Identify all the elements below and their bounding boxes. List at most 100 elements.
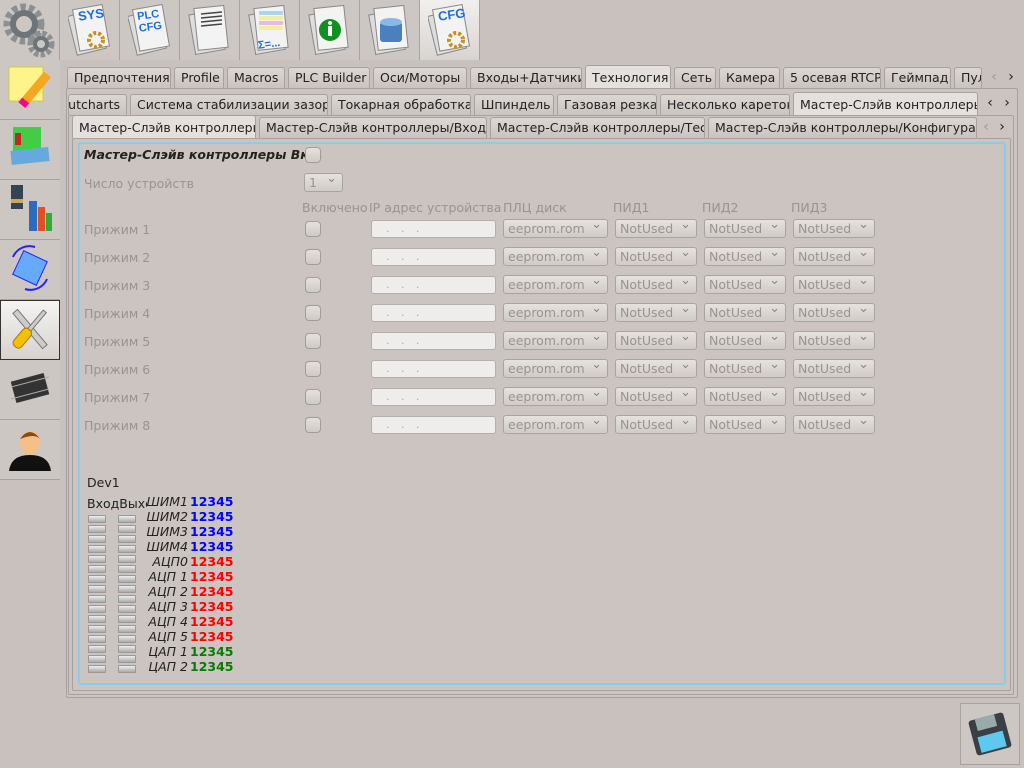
plc-disk-select[interactable]: eeprom.rom xyxy=(503,415,608,434)
pid1-select[interactable]: NotUsed xyxy=(615,415,697,434)
sidebar-notes-pencil-button[interactable] xyxy=(0,60,60,120)
inner-tabs-scroll-left[interactable]: ‹ xyxy=(978,119,994,135)
main-tab[interactable]: Сеть xyxy=(674,67,716,88)
pid2-select[interactable]: NotUsed xyxy=(704,331,786,350)
input-indicator-led xyxy=(88,605,106,613)
main-tab[interactable]: 5 осевая RTCP xyxy=(783,67,881,88)
plc-disk-select[interactable]: eeprom.rom xyxy=(503,387,608,406)
row-enabled-checkbox[interactable] xyxy=(305,221,321,237)
main-tab[interactable]: Геймпад xyxy=(884,67,951,88)
main-tab[interactable]: Пул xyxy=(954,67,982,88)
master-slave-tab[interactable]: Мастер-Слэйв контроллеры/Входы xyxy=(259,117,487,138)
row-enabled-checkbox[interactable] xyxy=(305,361,321,377)
plc-disk-select[interactable]: eeprom.rom xyxy=(503,359,608,378)
technology-tab[interactable]: Мастер-Слэйв контроллеры xyxy=(793,92,978,115)
plc-disk-select[interactable]: eeprom.rom xyxy=(503,247,608,266)
ip-address-input[interactable]: . . . xyxy=(371,332,496,350)
main-tab[interactable]: Оси/Моторы xyxy=(373,67,467,88)
toolbar-sys-config-button[interactable]: SYS xyxy=(60,0,120,60)
pid2-select[interactable]: NotUsed xyxy=(704,359,786,378)
ip-address-input[interactable]: . . . xyxy=(371,360,496,378)
plc-disk-select[interactable]: eeprom.rom xyxy=(503,275,608,294)
tabs-scroll-left[interactable]: ‹ xyxy=(986,69,1002,85)
toolbar-info-button[interactable] xyxy=(300,0,360,60)
icon-label: SYS xyxy=(76,5,105,24)
toolbar-plc-config-button[interactable]: PLC CFG xyxy=(120,0,180,60)
pid3-select[interactable]: NotUsed xyxy=(793,331,875,350)
toolbar-cfg-button[interactable]: CFG xyxy=(420,0,480,60)
ip-address-input[interactable]: . . . xyxy=(371,276,496,294)
row-label: Прижим 2 xyxy=(84,250,151,265)
technology-tab[interactable]: Токарная обработка xyxy=(331,94,471,115)
technology-tab[interactable]: Газовая резка xyxy=(557,94,657,115)
settings-gear-button[interactable] xyxy=(0,0,60,60)
row-enabled-checkbox[interactable] xyxy=(305,333,321,349)
ip-address-input[interactable]: . . . xyxy=(371,220,496,238)
toolbar-formula-table-button[interactable]: Σ=... xyxy=(240,0,300,60)
technology-tab[interactable]: Шпиндель xyxy=(474,94,554,115)
sidebar-microscope-chart-button[interactable] xyxy=(0,180,60,240)
pid2-select[interactable]: NotUsed xyxy=(704,275,786,294)
pid2-select[interactable]: NotUsed xyxy=(704,387,786,406)
main-tab[interactable]: Macros xyxy=(227,67,285,88)
row-enabled-checkbox[interactable] xyxy=(305,389,321,405)
pid2-select[interactable]: NotUsed xyxy=(704,415,786,434)
sidebar-chip-button[interactable] xyxy=(0,360,60,420)
save-button[interactable] xyxy=(960,703,1020,765)
output-indicator-led xyxy=(118,645,136,653)
sidebar-user-button[interactable] xyxy=(0,420,60,480)
subtabs-scroll-left[interactable]: ‹ xyxy=(982,95,998,111)
pid3-select[interactable]: NotUsed xyxy=(793,219,875,238)
plc-disk-select[interactable]: eeprom.rom xyxy=(503,331,608,350)
pid2-select[interactable]: NotUsed xyxy=(704,219,786,238)
pid3-select[interactable]: NotUsed xyxy=(793,275,875,294)
row-enabled-checkbox[interactable] xyxy=(305,249,321,265)
main-tab[interactable]: Технология xyxy=(585,65,671,88)
technology-tab[interactable]: Несколько кареток xyxy=(660,94,790,115)
pid3-select[interactable]: NotUsed xyxy=(793,247,875,266)
ip-address-input[interactable]: . . . xyxy=(371,248,496,266)
pid2-select[interactable]: NotUsed xyxy=(704,247,786,266)
main-tab[interactable]: Предпочтения xyxy=(67,67,171,88)
pid1-select[interactable]: NotUsed xyxy=(615,275,697,294)
master-slave-tab[interactable]: Мастер-Слэйв контроллеры/Конфигурация xyxy=(708,117,977,138)
pid1-select[interactable]: NotUsed xyxy=(615,303,697,322)
sidebar-rotate-mycnc-button[interactable] xyxy=(0,240,60,300)
main-tab[interactable]: Камера xyxy=(719,67,780,88)
ip-address-input[interactable]: . . . xyxy=(371,416,496,434)
pid1-select[interactable]: NotUsed xyxy=(615,247,697,266)
input-indicator-led xyxy=(88,555,106,563)
tabs-scroll-right[interactable]: › xyxy=(1003,69,1019,85)
plc-disk-select[interactable]: eeprom.rom xyxy=(503,219,608,238)
ip-address-input[interactable]: . . . xyxy=(371,388,496,406)
main-tab[interactable]: PLC Builder xyxy=(288,67,370,88)
main-tab[interactable]: Profile xyxy=(174,67,224,88)
technology-tab[interactable]: Система стабилизации зазора xyxy=(130,94,328,115)
toolbar-document-button[interactable] xyxy=(180,0,240,60)
sidebar-books-button[interactable] xyxy=(0,120,60,180)
main-tab[interactable]: Входы+Датчики xyxy=(470,67,582,88)
pid2-select[interactable]: NotUsed xyxy=(704,303,786,322)
sidebar-tools-button[interactable] xyxy=(0,300,60,360)
toolbar-database-button[interactable] xyxy=(360,0,420,60)
pid1-select[interactable]: NotUsed xyxy=(615,219,697,238)
inner-tabs-scroll-right[interactable]: › xyxy=(994,119,1010,135)
pid3-select[interactable]: NotUsed xyxy=(793,387,875,406)
pid3-select[interactable]: NotUsed xyxy=(793,359,875,378)
row-enabled-checkbox[interactable] xyxy=(305,305,321,321)
technology-tab[interactable]: utcharts xyxy=(68,94,127,115)
ip-address-input[interactable]: . . . xyxy=(371,304,496,322)
pid1-select[interactable]: NotUsed xyxy=(615,387,697,406)
row-enabled-checkbox[interactable] xyxy=(305,417,321,433)
plc-disk-select[interactable]: eeprom.rom xyxy=(503,303,608,322)
pid3-select[interactable]: NotUsed xyxy=(793,303,875,322)
pid1-select[interactable]: NotUsed xyxy=(615,331,697,350)
subtabs-scroll-right[interactable]: › xyxy=(999,95,1015,111)
device-count-select[interactable]: 1 xyxy=(304,173,343,192)
row-enabled-checkbox[interactable] xyxy=(305,277,321,293)
master-slave-tab[interactable]: Мастер-Слэйв контроллеры xyxy=(72,115,256,138)
pid1-select[interactable]: NotUsed xyxy=(615,359,697,378)
master-slave-enable-checkbox[interactable] xyxy=(305,147,321,163)
pid3-select[interactable]: NotUsed xyxy=(793,415,875,434)
master-slave-tab[interactable]: Мастер-Слэйв контроллеры/Тест xyxy=(490,117,705,138)
